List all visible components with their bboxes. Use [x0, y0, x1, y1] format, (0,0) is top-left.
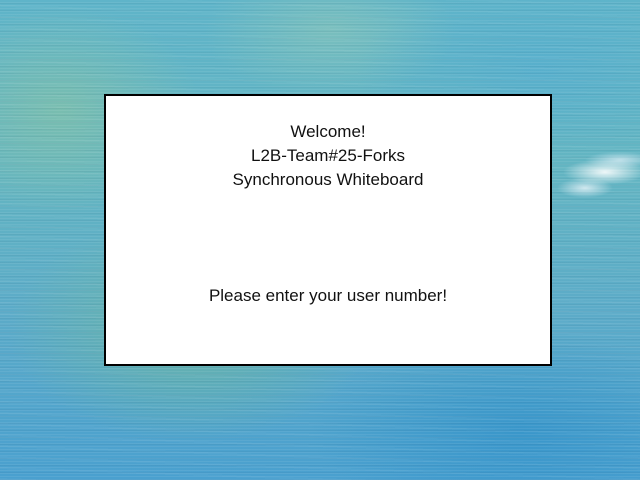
- user-number-prompt: Please enter your user number!: [208, 286, 448, 305]
- greeting-text: Welcome!: [290, 122, 366, 141]
- app-name-text: Synchronous Whiteboard: [232, 170, 424, 189]
- team-name-text: L2B-Team#25-Forks: [250, 146, 405, 165]
- welcome-dialog: Welcome! L2B-Team#25-Forks Synchronous W…: [104, 94, 552, 366]
- white-paint-streak: [550, 148, 640, 208]
- welcome-heading: Welcome! L2B-Team#25-Forks Synchronous W…: [106, 120, 550, 192]
